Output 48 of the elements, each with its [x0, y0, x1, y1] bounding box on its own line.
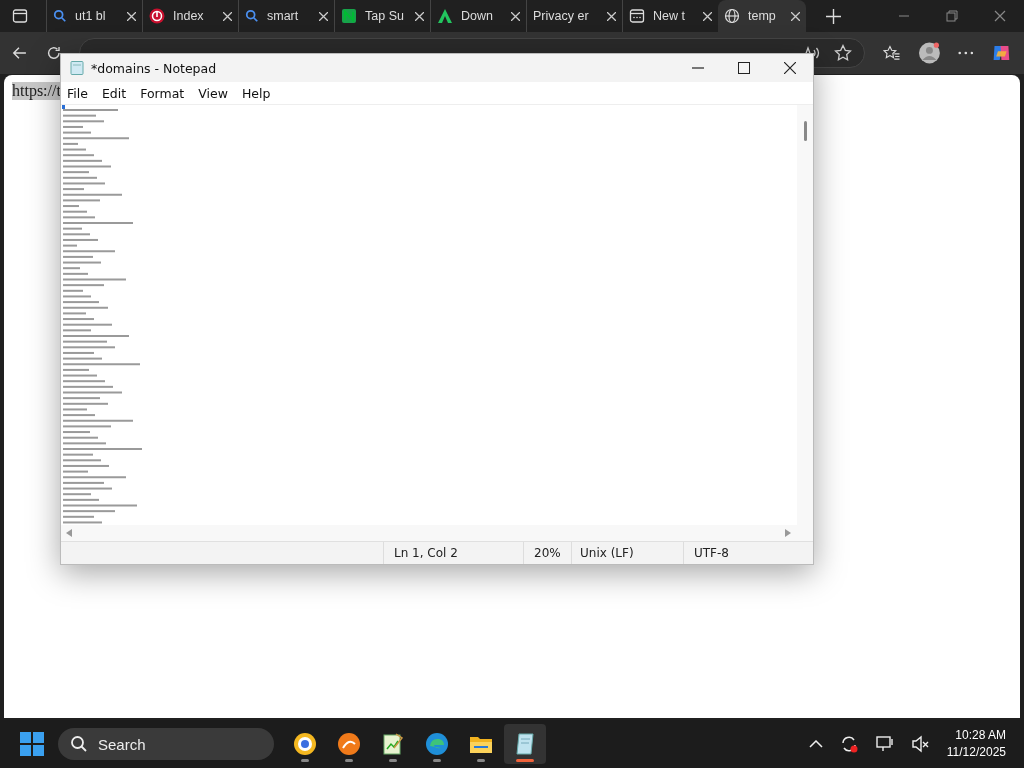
taskbar-app[interactable]	[504, 724, 546, 764]
globe-icon	[724, 8, 740, 24]
new-tab-icon[interactable]	[826, 8, 841, 24]
target-icon	[149, 8, 165, 24]
search-icon	[70, 735, 88, 753]
restore-icon[interactable]	[946, 10, 958, 22]
notepad-icon	[69, 60, 85, 76]
refresh-icon[interactable]	[45, 44, 62, 62]
zoom-level: 20%	[523, 542, 571, 564]
notepad-icon	[513, 732, 537, 756]
window-title: *domains - Notepad	[91, 60, 217, 76]
more-icon[interactable]	[957, 51, 974, 55]
line-ending: Unix (LF)	[571, 542, 683, 564]
start-icon[interactable]	[20, 732, 44, 756]
menu-item[interactable]: View	[198, 85, 228, 101]
square-icon	[341, 8, 357, 24]
scroll-left-icon[interactable]	[66, 529, 72, 537]
tab-actions-icon[interactable]	[12, 8, 28, 24]
search-icon	[245, 9, 259, 23]
clock-time[interactable]: 10:28 AM	[955, 727, 1006, 744]
edge-icon	[425, 732, 449, 756]
circle-icon	[337, 732, 361, 756]
menu-item[interactable]: File	[67, 85, 88, 101]
cursor-position: Ln 1, Col 2	[383, 542, 523, 564]
search-icon	[53, 9, 67, 23]
browser-tab[interactable]: temp	[718, 0, 806, 32]
circle-icon	[293, 732, 317, 756]
clock-date[interactable]: 11/12/2025	[946, 744, 1006, 761]
window-icon	[629, 8, 645, 24]
menu-item[interactable]: Help	[241, 85, 271, 101]
speaker-muted-icon[interactable]	[910, 734, 931, 754]
scrollbar-thumb[interactable]	[804, 121, 807, 141]
menu-item[interactable]: Format	[140, 85, 185, 101]
encoding: UTF-8	[683, 542, 783, 564]
star-icon[interactable]	[834, 44, 853, 62]
scroll-right-icon[interactable]	[785, 529, 791, 537]
back-icon[interactable]	[12, 44, 28, 62]
close-icon[interactable]	[784, 62, 796, 74]
document-icon	[381, 732, 405, 756]
maximize-icon[interactable]	[738, 62, 750, 74]
triangle-icon	[437, 8, 453, 24]
menu-item[interactable]: Edit	[101, 85, 127, 101]
network-icon[interactable]	[874, 734, 895, 754]
favorites-icon[interactable]	[883, 44, 901, 62]
selected-text: https://t	[12, 82, 61, 100]
avatar-icon[interactable]	[918, 41, 940, 65]
search-field[interactable]: Search	[58, 728, 274, 760]
chevron-up-icon[interactable]	[808, 740, 823, 748]
